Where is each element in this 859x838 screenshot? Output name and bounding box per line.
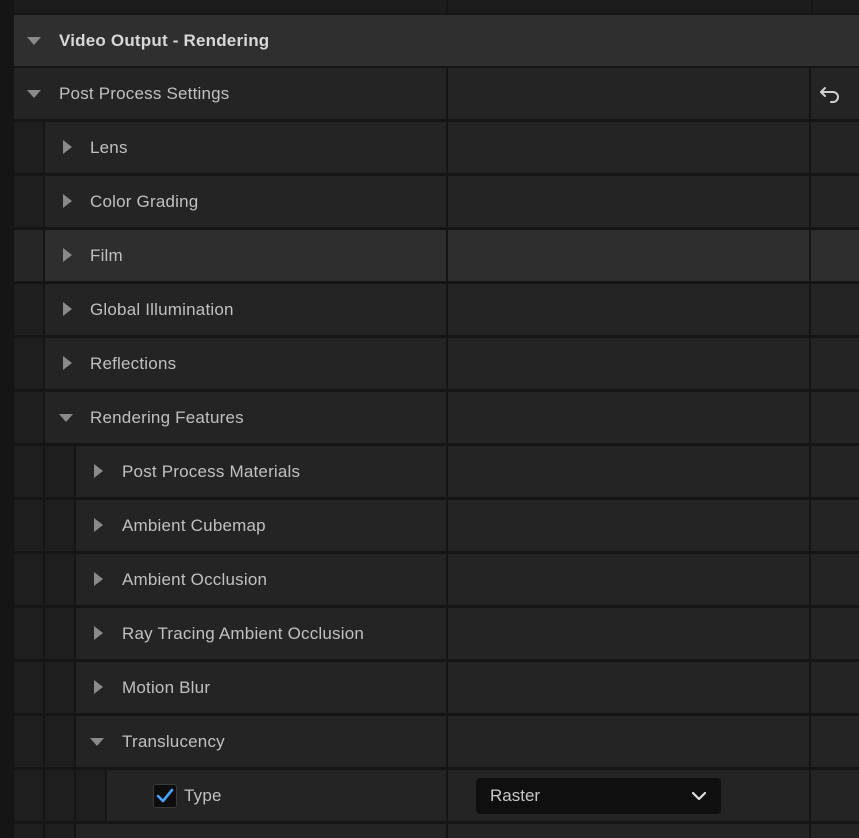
category-global-illumination[interactable]: Global Illumination [14,284,859,335]
collapse-arrow-icon[interactable] [27,37,41,45]
type-dropdown[interactable]: Raster [476,778,721,814]
category-lens[interactable]: Lens [14,122,859,173]
expand-arrow-icon[interactable] [63,248,72,262]
override-checkbox[interactable] [153,784,177,808]
category-translucency[interactable]: Translucency [14,716,859,767]
dropdown-selected-value: Raster [490,786,541,805]
collapse-arrow-icon[interactable] [27,90,41,98]
expand-arrow-icon[interactable] [94,680,103,694]
category-ray-tracing-ambient-occlusion[interactable]: Ray Tracing Ambient Occlusion [14,608,859,659]
expand-arrow-icon[interactable] [94,518,103,532]
row-label: Motion Blur [122,678,211,697]
expand-arrow-icon[interactable] [63,194,72,208]
category-film[interactable]: Film [14,230,859,281]
category-ambient-occlusion[interactable]: Ambient Occlusion [14,554,859,605]
expand-arrow-icon[interactable] [63,356,72,370]
property-type: Type Raster [14,770,859,821]
category-ambient-cubemap[interactable]: Ambient Cubemap [14,500,859,551]
row-label: Global Illumination [90,300,234,319]
next-row-partial [14,824,859,838]
row-label: Rendering Features [90,408,244,427]
section-header-video-output-rendering[interactable]: Video Output - Rendering [14,15,859,66]
row-label: Post Process Settings [59,84,230,103]
expand-arrow-icon[interactable] [94,464,103,478]
expand-arrow-icon[interactable] [63,302,72,316]
reset-to-default-icon[interactable] [819,84,841,104]
checkmark-icon [156,788,174,803]
expand-arrow-icon[interactable] [94,626,103,640]
category-post-process-materials[interactable]: Post Process Materials [14,446,859,497]
category-motion-blur[interactable]: Motion Blur [14,662,859,713]
category-reflections[interactable]: Reflections [14,338,859,389]
row-label: Translucency [122,732,225,751]
chevron-down-icon [691,791,707,801]
collapse-arrow-icon[interactable] [59,414,73,422]
top-strip [14,0,859,13]
details-panel: Video Output - Rendering Post Process Se… [14,0,859,838]
row-label: Reflections [90,354,177,373]
row-label: Ray Tracing Ambient Occlusion [122,624,365,643]
row-label: Film [90,246,123,265]
row-label: Ambient Occlusion [122,570,268,589]
property-label: Type [184,786,222,805]
category-post-process-settings[interactable]: Post Process Settings [14,68,859,119]
collapse-arrow-icon[interactable] [90,738,104,746]
row-label: Post Process Materials [122,462,301,481]
category-rendering-features[interactable]: Rendering Features [14,392,859,443]
expand-arrow-icon[interactable] [94,572,103,586]
section-title: Video Output - Rendering [59,31,270,50]
row-label: Color Grading [90,192,199,211]
category-color-grading[interactable]: Color Grading [14,176,859,227]
row-label: Ambient Cubemap [122,516,266,535]
expand-arrow-icon[interactable] [63,140,72,154]
row-label: Lens [90,138,128,157]
